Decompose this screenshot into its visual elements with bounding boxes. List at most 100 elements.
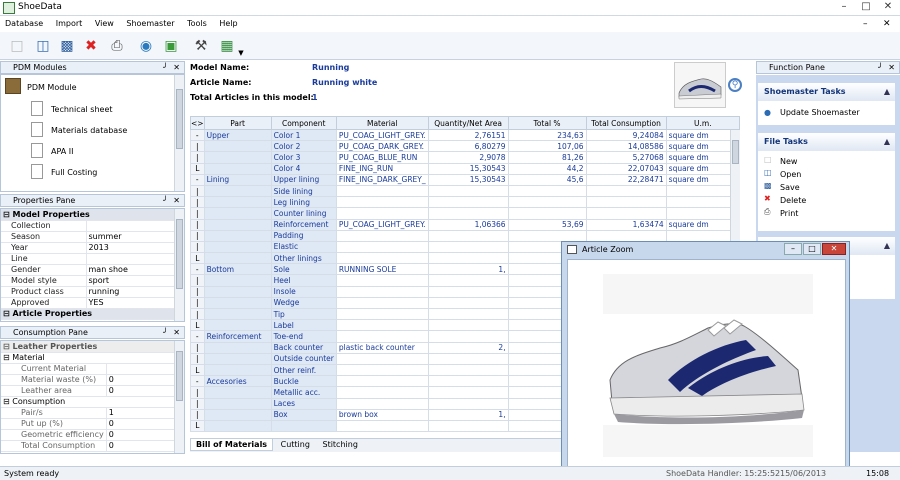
minimize-icon[interactable]: – (784, 243, 802, 255)
prop-value[interactable] (85, 220, 176, 232)
quantity-cell[interactable] (427, 184, 509, 198)
pin-icon[interactable]: ╯ (163, 195, 168, 206)
row-toggle[interactable]: | (190, 140, 205, 153)
part-cell[interactable]: Upper (203, 128, 272, 142)
material-cell[interactable]: PU_COAG_DARK_GREY. (335, 140, 429, 153)
close-icon[interactable]: ✕ (173, 62, 180, 73)
row-toggle[interactable]: | (190, 196, 205, 209)
total-consumption-cell[interactable] (585, 229, 667, 242)
quantity-cell[interactable]: 15,30543 (427, 173, 509, 186)
folder-search-icon[interactable]: ▣ (160, 35, 182, 57)
close-icon[interactable]: ✕ (888, 62, 895, 73)
part-cell[interactable]: Reinforcement (203, 330, 272, 343)
material-cell[interactable] (335, 375, 429, 388)
component-cell[interactable]: Color 3 (270, 151, 337, 164)
bom-row[interactable]: | Side lining (190, 184, 741, 198)
material-cell[interactable] (335, 386, 429, 399)
total-pct-cell[interactable]: 81,26 (507, 151, 587, 164)
row-toggle[interactable]: | (190, 397, 205, 410)
material-cell[interactable]: RUNNING SOLE (335, 263, 429, 276)
total-pct-cell[interactable]: 234,63 (507, 128, 587, 142)
mdi-minimize-icon[interactable]: – (858, 16, 873, 29)
quantity-cell[interactable] (427, 363, 509, 377)
row-toggle[interactable]: | (190, 229, 205, 242)
row-toggle[interactable]: - (190, 375, 205, 388)
total-consumption-cell[interactable]: 22,07043 (585, 162, 667, 175)
material-cell[interactable]: FINE_ING_RUN (335, 162, 429, 175)
component-cell[interactable]: Sole (270, 263, 337, 276)
open-folder-icon[interactable]: ◫ (32, 35, 54, 57)
file-print-link[interactable]: Print (780, 209, 798, 218)
part-cell[interactable] (203, 341, 272, 354)
quantity-cell[interactable]: 2,9078 (427, 151, 509, 164)
component-cell[interactable]: Other reinf. (270, 363, 337, 377)
um-cell[interactable]: square dm (665, 140, 741, 153)
part-cell[interactable] (203, 274, 272, 287)
component-cell[interactable] (270, 419, 337, 433)
part-cell[interactable] (203, 363, 272, 377)
tab-cutting[interactable]: Cutting (276, 439, 315, 450)
part-cell[interactable] (203, 397, 272, 410)
menu-view[interactable]: View (90, 16, 119, 28)
tree-item-materials-database[interactable]: Materials database (51, 126, 127, 135)
component-cell[interactable]: Buckle (270, 375, 337, 388)
part-cell[interactable] (203, 419, 272, 433)
material-cell[interactable] (335, 285, 429, 298)
material-cell[interactable] (335, 419, 429, 433)
pin-icon[interactable]: ╯ (163, 62, 168, 73)
file-save-link[interactable]: Save (780, 183, 800, 192)
row-toggle[interactable]: | (190, 408, 205, 421)
total-pct-cell[interactable] (507, 229, 587, 242)
quantity-cell[interactable] (427, 240, 509, 254)
print-icon[interactable]: ⎙ (106, 35, 128, 57)
material-cell[interactable] (335, 319, 429, 332)
material-cell[interactable] (335, 352, 429, 365)
quantity-cell[interactable] (427, 229, 509, 242)
quantity-cell[interactable]: 15,30543 (427, 162, 509, 175)
menu-import[interactable]: Import (51, 16, 88, 28)
component-cell[interactable]: Padding (270, 229, 337, 242)
um-cell[interactable] (665, 196, 741, 209)
part-cell[interactable] (203, 319, 272, 332)
quantity-cell[interactable]: 1, (427, 263, 509, 276)
file-open-link[interactable]: Open (780, 170, 801, 179)
shoemaster-tasks-header[interactable]: Shoemaster Tasks ▲ (758, 83, 895, 101)
row-toggle[interactable]: | (190, 341, 205, 354)
row-toggle[interactable]: L (190, 419, 205, 433)
total-consumption-cell[interactable]: 1,63474 (585, 218, 667, 231)
component-cell[interactable]: Tip (270, 307, 337, 321)
close-icon[interactable]: ✕ (173, 327, 180, 338)
row-toggle[interactable]: - (190, 330, 205, 343)
part-cell[interactable] (203, 285, 272, 298)
material-cell[interactable]: brown box (335, 408, 429, 421)
mdi-close-icon[interactable]: ✕ (878, 16, 896, 29)
part-cell[interactable]: Accesories (203, 375, 272, 388)
tab-stitching[interactable]: Stitching (317, 439, 362, 450)
material-cell[interactable] (335, 397, 429, 410)
group-consumption[interactable]: ⊟ Consumption (1, 396, 176, 408)
part-cell[interactable] (203, 218, 272, 231)
um-cell[interactable]: square dm (665, 218, 741, 231)
material-cell[interactable] (335, 330, 429, 343)
globe-icon[interactable]: ◉ (135, 35, 157, 57)
part-cell[interactable] (203, 296, 272, 310)
row-toggle[interactable]: | (190, 296, 205, 310)
component-cell[interactable]: Box (270, 408, 337, 421)
quantity-cell[interactable] (427, 419, 509, 433)
part-cell[interactable] (203, 184, 272, 198)
quantity-cell[interactable] (427, 397, 509, 410)
total-pct-cell[interactable]: 107,06 (507, 140, 587, 153)
prop-value[interactable]: man shoe (85, 264, 176, 276)
new-document-icon[interactable]: □ (6, 35, 28, 57)
prop-value[interactable]: 1 (105, 407, 176, 419)
part-cell[interactable] (203, 408, 272, 421)
quantity-cell[interactable] (427, 386, 509, 399)
close-icon[interactable]: ✕ (822, 243, 846, 255)
prop-value[interactable]: 0 (105, 418, 176, 430)
close-icon[interactable]: ✕ (173, 195, 180, 206)
menu-tools[interactable]: Tools (182, 16, 212, 28)
component-cell[interactable]: Metallic acc. (270, 386, 337, 399)
update-shoemaster-link[interactable]: Update Shoemaster (780, 108, 860, 117)
prop-value[interactable]: summer (85, 231, 176, 243)
quantity-cell[interactable] (427, 196, 509, 209)
